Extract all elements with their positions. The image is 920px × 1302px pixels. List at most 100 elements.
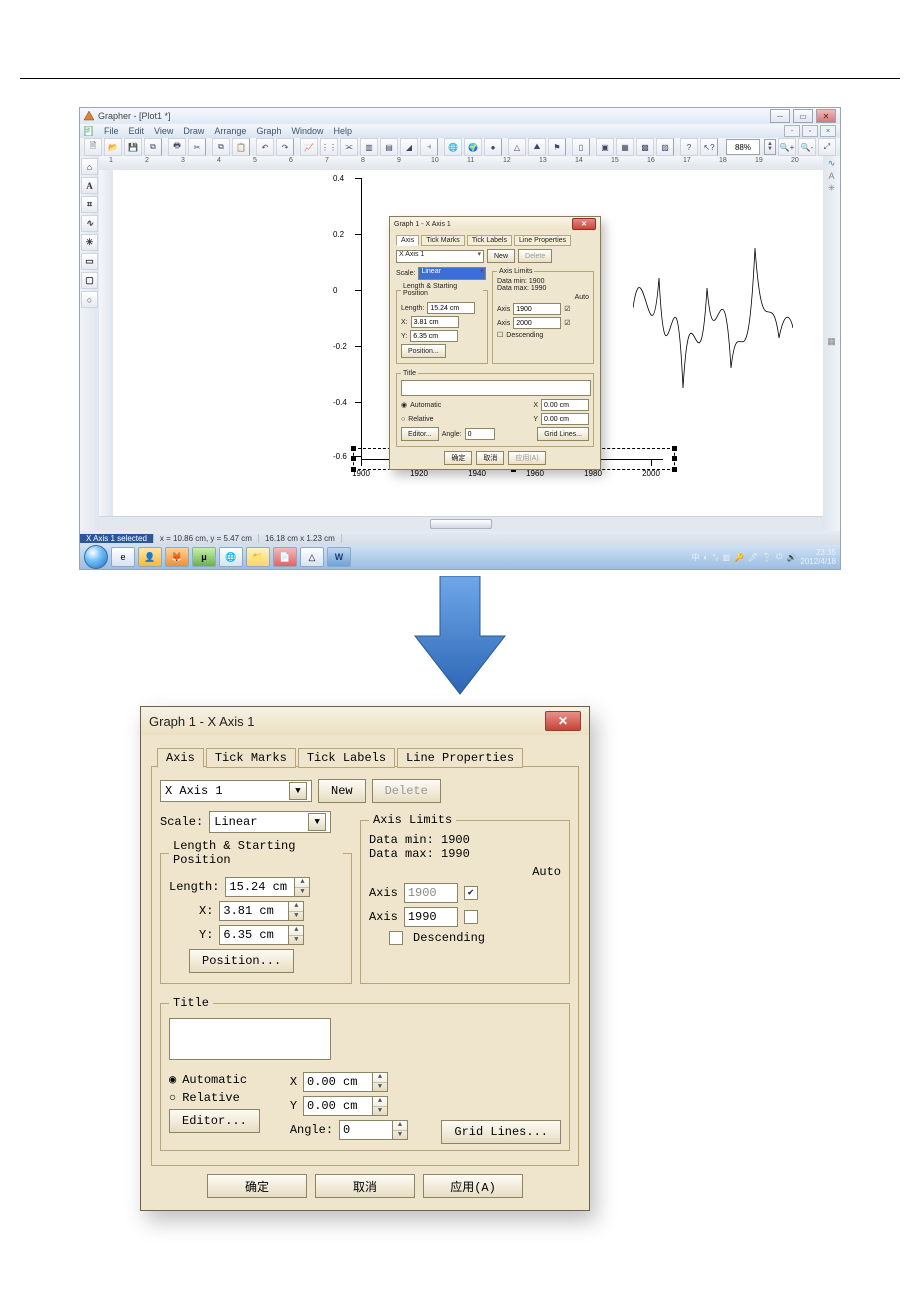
menu-arrange[interactable]: Arrange: [214, 126, 246, 136]
position-button[interactable]: Position...: [189, 949, 294, 973]
taskbar-word-icon[interactable]: W: [327, 547, 351, 567]
ime-indicator[interactable]: 中: [691, 552, 699, 563]
cut-icon[interactable]: ✂: [188, 138, 206, 156]
window-maximize-button[interactable]: ▭: [793, 109, 813, 123]
mdi-minimize-button[interactable]: -: [784, 125, 800, 137]
tool-rect-icon[interactable]: ▭: [81, 253, 98, 270]
taskbar-pdf-icon[interactable]: 📄: [273, 547, 297, 567]
open-file-icon[interactable]: 📂: [104, 138, 122, 156]
title-x-spinner[interactable]: ▲▼: [372, 1073, 387, 1091]
mini-title-x-input[interactable]: [541, 399, 589, 411]
mdi-close-button[interactable]: ×: [820, 125, 836, 137]
mountain-icon[interactable]: ⛰: [528, 138, 546, 156]
menu-file[interactable]: File: [104, 126, 119, 136]
undo-icon[interactable]: ↶: [256, 138, 274, 156]
mini-angle-input[interactable]: [465, 428, 495, 440]
tray-icon[interactable]: ◐: [703, 553, 708, 562]
tab-line-properties[interactable]: Line Properties: [397, 748, 523, 768]
title-y-spinner[interactable]: ▲▼: [372, 1097, 387, 1115]
tray-icon[interactable]: ▥: [722, 553, 730, 562]
chart-step-icon[interactable]: ⫘: [340, 138, 358, 156]
mini-axis-max-input[interactable]: [513, 317, 561, 329]
ball-icon[interactable]: ●: [484, 138, 502, 156]
system-clock[interactable]: 23:352012/4/18: [800, 548, 836, 566]
tray-icon[interactable]: °ₒ: [712, 553, 718, 562]
globe-icon[interactable]: 🌐: [444, 138, 462, 156]
tool-circle-icon[interactable]: ○: [81, 291, 98, 308]
mini-y-input[interactable]: [410, 330, 458, 342]
taskbar-app1-icon[interactable]: 👤: [138, 547, 162, 567]
angle-spinner[interactable]: ▲▼: [392, 1121, 407, 1139]
mini-cancel-button[interactable]: 取消: [476, 451, 504, 465]
save-all-icon[interactable]: ⧉: [144, 138, 162, 156]
taskbar-ie-icon[interactable]: e: [111, 547, 135, 567]
zoom-spinner[interactable]: ▲▼: [764, 139, 776, 155]
tool-rrect-icon[interactable]: ▢: [81, 272, 98, 289]
start-y-spinner[interactable]: ▲▼: [288, 926, 303, 944]
mini-length-input[interactable]: [427, 302, 475, 314]
start-button[interactable]: [84, 545, 108, 569]
relative-radio[interactable]: ○: [169, 1091, 176, 1105]
chart-bar-icon[interactable]: ▥: [360, 138, 378, 156]
mini-position-button[interactable]: Position...: [401, 344, 446, 358]
mini-axis-min-input[interactable]: [513, 303, 561, 315]
length-spinner[interactable]: ▲▼: [294, 878, 309, 896]
window-minimize-button[interactable]: －: [770, 109, 790, 123]
chart-line-icon[interactable]: 📈: [300, 138, 318, 156]
plot-canvas[interactable]: 0.4 0.2 0 -0.2 -0.4 -0.6 1900 1920 1940 …: [113, 170, 823, 516]
chart-scatter-icon[interactable]: ⋮⋮: [320, 138, 338, 156]
zoom-out-icon[interactable]: 🔍-: [798, 138, 816, 156]
new-file-icon[interactable]: 🗎: [84, 138, 102, 156]
axis-max-input[interactable]: [404, 907, 458, 927]
taskbar-app3-icon[interactable]: μ: [192, 547, 216, 567]
axis-name-select[interactable]: X Axis 1▼: [160, 780, 312, 802]
mini-editor-button[interactable]: Editor...: [401, 427, 439, 441]
tool-bold-a-icon[interactable]: A: [81, 177, 98, 194]
cancel-button[interactable]: 取消: [315, 1174, 415, 1198]
tool-wave-icon[interactable]: ∿: [81, 215, 98, 232]
print-icon[interactable]: 🖶: [168, 138, 186, 156]
descending-checkbox[interactable]: [389, 931, 403, 945]
angle-input[interactable]: ▲▼: [339, 1120, 408, 1140]
taskbar-app2-icon[interactable]: 🦊: [165, 547, 189, 567]
title-y-input[interactable]: ▲▼: [303, 1096, 388, 1116]
mini-tab-tickmarks[interactable]: Tick Marks: [421, 235, 465, 246]
tray-icon[interactable]: 🖊: [748, 553, 758, 562]
tool-home-icon[interactable]: ⌂: [81, 158, 98, 175]
mini-scale-select[interactable]: Linear: [418, 267, 486, 280]
chart-hbar-icon[interactable]: ▤: [380, 138, 398, 156]
mini-tab-ticklabels[interactable]: Tick Labels: [467, 235, 512, 246]
redo-icon[interactable]: ↷: [276, 138, 294, 156]
mini-tab-lineprops[interactable]: Line Properties: [514, 235, 571, 246]
save-icon[interactable]: 💾: [124, 138, 142, 156]
menu-window[interactable]: Window: [291, 126, 323, 136]
mini-new-button[interactable]: New: [487, 249, 515, 263]
mini-tab-axis[interactable]: Axis: [396, 235, 419, 246]
tray-icon[interactable]: 🔑: [734, 553, 744, 562]
taskbar-app4-icon[interactable]: 🌐: [219, 547, 243, 567]
start-y-input[interactable]: ▲▼: [219, 925, 304, 945]
apply-button[interactable]: 应用(A): [423, 1174, 523, 1198]
tray-icon[interactable]: ❔: [762, 553, 772, 562]
title-text-input[interactable]: [169, 1018, 331, 1060]
mini-dialog-close-button[interactable]: ✕: [572, 218, 596, 230]
axis-min-input[interactable]: [404, 883, 458, 903]
window-close-button[interactable]: ✕: [816, 109, 836, 123]
title-editor-button[interactable]: Editor...: [169, 1109, 260, 1133]
panel2-icon[interactable]: ▦: [616, 138, 634, 156]
whatsthis-icon[interactable]: ↖?: [700, 138, 718, 156]
chart-area-icon[interactable]: ◢: [400, 138, 418, 156]
mini-ok-button[interactable]: 确定: [444, 451, 472, 465]
zoom-fit-icon[interactable]: ⤢: [818, 138, 836, 156]
automatic-radio[interactable]: ◉: [169, 1072, 176, 1087]
horizontal-scrollbar[interactable]: [99, 516, 823, 531]
scroll-grip-icon[interactable]: ▦: [827, 336, 836, 347]
dialog-close-button[interactable]: ✕: [545, 711, 581, 731]
tri-up-icon[interactable]: △: [508, 138, 526, 156]
axis-max-auto-checkbox[interactable]: [464, 910, 478, 924]
help-icon[interactable]: ?: [680, 138, 698, 156]
grid-lines-button[interactable]: Grid Lines...: [441, 1120, 561, 1144]
zoom-in-icon[interactable]: 🔍+: [778, 138, 796, 156]
menu-draw[interactable]: Draw: [183, 126, 204, 136]
menu-view[interactable]: View: [154, 126, 173, 136]
